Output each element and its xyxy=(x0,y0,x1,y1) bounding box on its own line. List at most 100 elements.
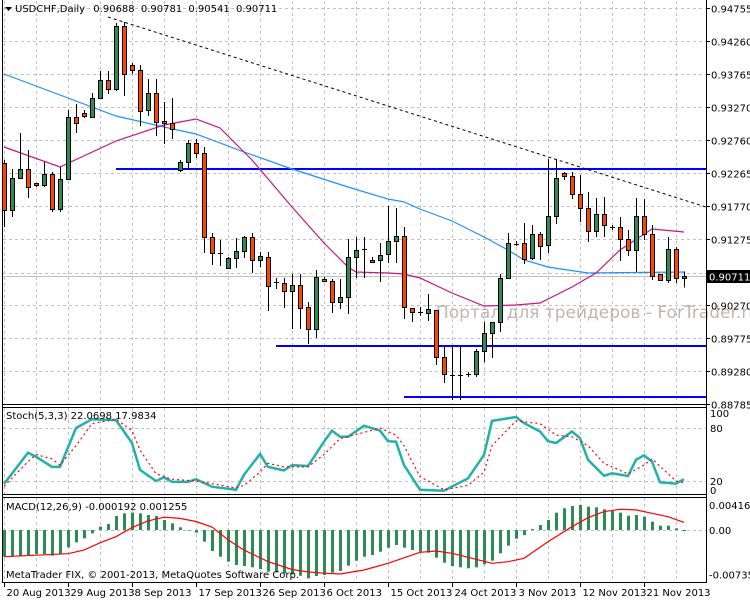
macd-histogram-bar xyxy=(43,530,46,555)
candle-body xyxy=(210,237,215,254)
price-axis-label: 0.91770 xyxy=(711,203,750,214)
macd-histogram-bar xyxy=(483,530,486,565)
macd-label: MACD(12,26,9) -0.000192 0.001255 xyxy=(6,502,187,513)
macd-histogram-bar xyxy=(339,530,342,571)
candle-body xyxy=(354,250,359,258)
candle-body xyxy=(538,234,543,247)
macd-histogram-bar xyxy=(347,530,350,566)
candle-body xyxy=(2,163,7,211)
time-axis-label: 3 Nov 2013 xyxy=(519,588,577,599)
candle xyxy=(402,226,407,319)
candle-body xyxy=(314,277,319,330)
macd-histogram-bar xyxy=(667,525,670,530)
candle-body xyxy=(290,285,295,292)
macd-histogram-bar xyxy=(555,512,558,530)
macd-histogram-bar xyxy=(515,530,518,539)
candle-body xyxy=(522,243,527,260)
svg-text:USDCHF,Daily 0.90688: USDCHF,Daily 0.90688 0.90781 0.90541 0.9… xyxy=(15,4,277,15)
macd-histogram-bar xyxy=(147,514,150,530)
candle-body xyxy=(618,227,623,240)
metatrader-chart-window[interactable]: Портал для трейдеров - ForTrader.ru 0.94… xyxy=(0,0,750,600)
candle-body xyxy=(554,178,559,217)
macd-histogram-bar xyxy=(547,520,550,530)
candle-body xyxy=(170,123,175,130)
macd-histogram-bar xyxy=(419,530,422,552)
candle xyxy=(50,171,55,212)
macd-histogram-bar xyxy=(259,530,262,570)
macd-histogram-bar xyxy=(379,530,382,552)
candle-body xyxy=(194,143,199,154)
candle-body xyxy=(338,297,343,303)
macd-histogram-bar xyxy=(187,530,190,531)
price-axis-label: 0.90270 xyxy=(711,302,750,313)
macd-histogram-bar xyxy=(83,530,86,539)
macd-histogram-bar xyxy=(387,530,390,548)
candle-body xyxy=(578,194,583,209)
macd-histogram-bar xyxy=(123,513,126,530)
macd-histogram-bar xyxy=(227,530,230,562)
candle-body xyxy=(66,117,71,180)
price-axis-label: 0.93765 xyxy=(711,71,750,82)
candle-body xyxy=(306,307,311,330)
macd-histogram-bar xyxy=(467,530,470,569)
candle-body xyxy=(330,281,335,303)
candle-body xyxy=(626,239,631,251)
time-axis-label: 20 Aug 2013 xyxy=(7,588,71,599)
candle-body xyxy=(546,216,551,246)
macd-histogram-bar xyxy=(139,513,142,530)
candle xyxy=(434,310,439,365)
candle-body xyxy=(378,255,383,261)
macd-histogram-bar xyxy=(443,530,446,563)
current-price-label: 0.90711 xyxy=(709,273,750,284)
candle-body xyxy=(130,65,135,71)
candle-body xyxy=(34,183,39,186)
macd-axis-label: -0.007353 xyxy=(709,571,750,582)
stochastic-axis-label: 100 xyxy=(710,409,729,420)
candle-body xyxy=(474,351,479,375)
high-value: 0.90781 xyxy=(141,4,182,15)
price-axis-label: 0.92760 xyxy=(711,137,750,148)
candle xyxy=(570,171,575,199)
candle-body xyxy=(482,333,487,352)
macd-histogram-bar xyxy=(299,530,302,576)
candle-body xyxy=(658,274,663,281)
time-axis-label: 15 Oct 2013 xyxy=(391,588,453,599)
macd-histogram-bar xyxy=(163,520,166,530)
macd-histogram-bar xyxy=(643,516,646,530)
price-axis-label: 0.89775 xyxy=(711,335,750,346)
macd-histogram-bar xyxy=(27,530,30,556)
macd-histogram-bar xyxy=(635,514,638,530)
candle-body xyxy=(442,357,447,375)
candle-body xyxy=(586,208,591,232)
time-axis-label: 12 Nov 2013 xyxy=(583,588,647,599)
macd-axis-label: 0.00 xyxy=(709,526,731,537)
macd-histogram-bar xyxy=(595,507,598,530)
macd-histogram-bar xyxy=(275,530,278,573)
price-axis-label: 0.94260 xyxy=(711,38,750,49)
macd-histogram-bar xyxy=(307,530,310,579)
macd-histogram-bar xyxy=(403,530,406,548)
macd-axis-label: 0.004162 xyxy=(709,501,750,512)
candle-body xyxy=(530,234,535,259)
macd-histogram-bar xyxy=(211,530,214,551)
candle-body xyxy=(434,310,439,358)
candle-body xyxy=(154,93,159,123)
candle-body xyxy=(258,256,263,261)
candle-body xyxy=(266,257,271,287)
candle-body xyxy=(186,143,191,163)
candle-body xyxy=(490,322,495,334)
candle-body xyxy=(58,179,63,210)
candle-body xyxy=(18,169,23,179)
candle-body xyxy=(234,251,239,259)
macd-histogram-bar xyxy=(411,530,414,550)
candle-body xyxy=(42,174,47,186)
macd-histogram-bar xyxy=(523,530,526,535)
macd-histogram-bar xyxy=(107,523,110,530)
macd-histogram-bar xyxy=(683,530,686,532)
macd-histogram-bar xyxy=(3,530,6,557)
candle-body xyxy=(682,276,687,279)
candle-body xyxy=(674,249,679,279)
candle-body xyxy=(594,214,599,232)
candle-body xyxy=(370,260,375,263)
stochastic-axis-label: 80 xyxy=(710,424,723,435)
